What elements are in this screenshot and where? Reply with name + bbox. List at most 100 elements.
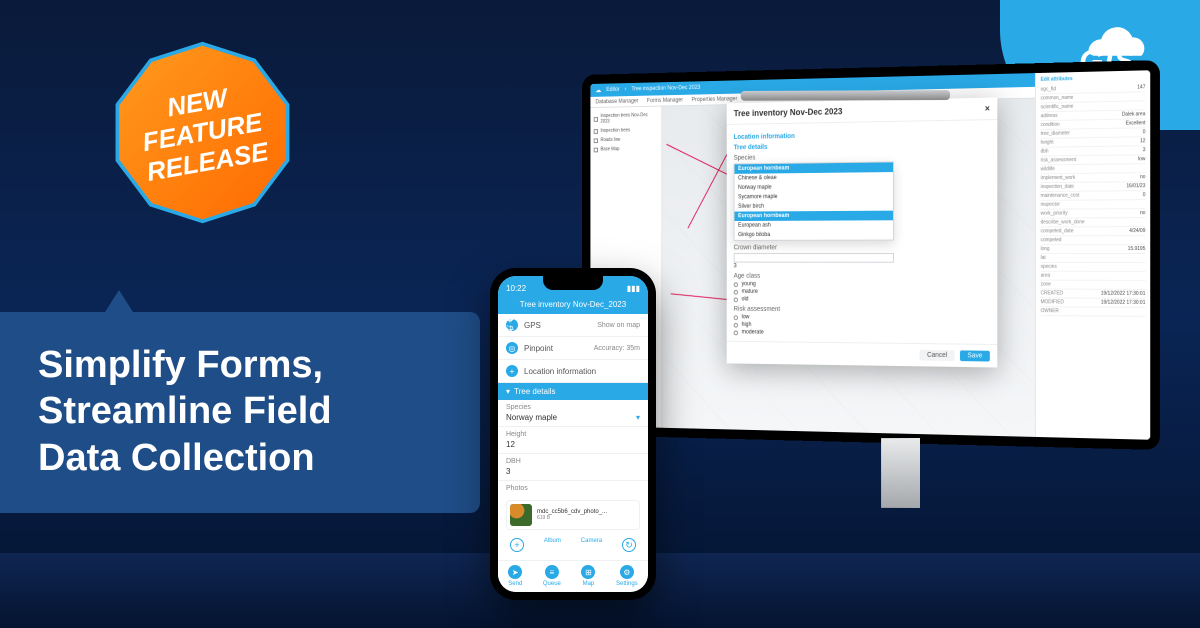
checkbox-icon[interactable]	[594, 117, 598, 122]
species-field[interactable]: Species Norway maple ▾	[498, 400, 648, 427]
phone-notch	[543, 276, 603, 290]
pinpoint-row[interactable]: ◎ Pinpoint Accuracy: 35m	[498, 337, 648, 360]
risk-option[interactable]: low	[742, 314, 750, 320]
checkbox-icon[interactable]	[594, 138, 598, 143]
radio-icon[interactable]	[734, 330, 738, 335]
phone-tabbar: ➤Send ≡Queue ⊞Map ⚙Settings	[498, 560, 648, 592]
phone-mockup: 10:22 ▮▮▮ Tree inventory Nov-Dec_2023 �決…	[490, 268, 656, 600]
risk-label: Risk assessment	[734, 306, 990, 315]
photo-thumbnail	[510, 504, 532, 526]
tab-map[interactable]: ⊞Map	[581, 565, 595, 587]
layer-item[interactable]: Base Map	[600, 146, 619, 152]
photos-field: Photos	[498, 481, 648, 496]
headline-text: Simplify Forms, Streamline Field Data Co…	[0, 312, 480, 513]
attribute-row[interactable]: species	[1041, 263, 1146, 272]
gear-icon: ⚙	[620, 565, 634, 579]
chevron-down-icon: ▾	[506, 387, 510, 396]
tab-send[interactable]: ➤Send	[508, 565, 522, 587]
photo-actions: + Album Camera ↻	[498, 534, 648, 556]
breadcrumb: Tree inspection Nov-Dec 2023	[631, 85, 700, 92]
cancel-button[interactable]: Cancel	[920, 350, 955, 361]
signal-icon: ▮▮▮	[627, 284, 640, 293]
monitor-screen: ☁ Editor › Tree inspection Nov-Dec 2023 …	[590, 70, 1150, 440]
menu-item[interactable]: Properties Manager	[692, 96, 738, 103]
gps-icon: �決	[506, 319, 518, 331]
species-option[interactable]: Ginkgo biloba	[735, 230, 893, 240]
phone-screen: 10:22 ▮▮▮ Tree inventory Nov-Dec_2023 �決…	[498, 276, 648, 592]
risk-option[interactable]: high	[742, 322, 752, 328]
section-details-row[interactable]: ▾ Tree details	[498, 383, 648, 400]
age-option[interactable]: mature	[742, 289, 758, 295]
photo-item[interactable]: mdc_cc5b6_cdv_photo_... 619 B	[506, 500, 640, 530]
headline-panel: Simplify Forms, Streamline Field Data Co…	[0, 290, 480, 513]
add-photo-button[interactable]: +	[510, 538, 524, 552]
radio-icon[interactable]	[734, 297, 738, 302]
crown-value: 3	[734, 263, 990, 269]
plus-icon: +	[510, 538, 524, 552]
section-location-row[interactable]: + Location information	[498, 360, 648, 383]
pinpoint-icon: ◎	[506, 342, 518, 354]
map-icon: ⊞	[581, 565, 595, 579]
gps-row[interactable]: �決 GPS Show on map	[498, 314, 648, 337]
attribute-row[interactable]: lat	[1041, 254, 1146, 263]
height-field[interactable]: Height 12	[498, 427, 648, 454]
attribute-row[interactable]: competed	[1041, 236, 1146, 245]
attribute-row[interactable]: OWNER	[1041, 307, 1146, 317]
attribute-row[interactable]: zone	[1041, 281, 1146, 290]
species-dropdown[interactable]: European hornbeamChinese & oleaeNorway m…	[734, 161, 894, 240]
refresh-button[interactable]: ↻	[622, 538, 636, 552]
checkbox-icon[interactable]	[594, 129, 598, 134]
crown-input[interactable]	[734, 253, 894, 263]
radio-icon[interactable]	[734, 282, 738, 287]
form-modal: Tree inventory Nov-Dec 2023 × Location i…	[727, 97, 998, 367]
modal-title: Tree inventory Nov-Dec 2023	[734, 107, 843, 119]
refresh-icon: ↻	[622, 538, 636, 552]
monitor-bezel: ☁ Editor › Tree inspection Nov-Dec 2023 …	[582, 60, 1160, 450]
attribute-row[interactable]: area	[1041, 272, 1146, 281]
camera-button[interactable]: Camera	[581, 538, 602, 552]
queue-icon: ≡	[545, 565, 559, 579]
age-option[interactable]: young	[742, 281, 756, 287]
species-label: Species	[734, 151, 990, 161]
clock: 10:22	[506, 284, 526, 293]
headline-pointer-icon	[105, 290, 133, 312]
age-label: Age class	[734, 273, 990, 280]
crown-label: Crown diameter	[734, 244, 990, 251]
close-icon[interactable]: ×	[985, 104, 990, 114]
menu-item[interactable]: Database Manager	[595, 98, 638, 105]
show-on-map[interactable]: Show on map	[597, 322, 640, 329]
chevron-down-icon[interactable]: ▾	[636, 413, 640, 422]
dbh-field[interactable]: DBH 3	[498, 454, 648, 481]
feature-badge: NEW FEATURE RELEASE	[110, 40, 295, 225]
attribute-row[interactable]: long15.9195	[1041, 245, 1146, 254]
plus-icon: +	[506, 365, 518, 377]
checkbox-icon[interactable]	[594, 147, 598, 152]
app-name: Editor	[606, 87, 619, 93]
menu-item[interactable]: Forms Manager	[647, 97, 683, 103]
photo-size: 619 B	[537, 515, 636, 521]
send-icon: ➤	[508, 565, 522, 579]
monitor-neck	[881, 438, 920, 508]
album-button[interactable]: Album	[544, 538, 561, 552]
attribute-row[interactable]: competed_date4/24/09	[1041, 227, 1146, 236]
section-location[interactable]: Location information	[734, 130, 990, 141]
radio-icon[interactable]	[734, 315, 738, 320]
tab-queue[interactable]: ≡Queue	[543, 565, 561, 587]
age-option[interactable]: old	[742, 297, 749, 303]
tab-settings[interactable]: ⚙Settings	[616, 565, 638, 587]
attribute-row[interactable]: describe_work_done	[1041, 218, 1146, 227]
cloud-icon: ☁	[595, 87, 601, 95]
save-button[interactable]: Save	[960, 350, 990, 361]
radio-icon[interactable]	[734, 322, 738, 327]
layer-item[interactable]: Inspection trees	[600, 128, 630, 134]
phone-title: Tree inventory Nov-Dec_2023	[498, 298, 648, 314]
section-details[interactable]: Tree details	[734, 141, 990, 152]
species-option[interactable]: European ash	[735, 220, 893, 230]
risk-option[interactable]: moderate	[742, 330, 764, 336]
radio-icon[interactable]	[734, 289, 738, 294]
attribute-panel: Edit attributes ogc_fid147common_namesci…	[1035, 70, 1150, 440]
attribute-tab[interactable]: Edit attributes	[1041, 74, 1146, 82]
accuracy-text: Accuracy: 35m	[594, 345, 640, 352]
layer-item[interactable]: Roads line	[600, 137, 620, 143]
layer-item[interactable]: Inspection trees Nov-Dec 2023	[600, 112, 657, 124]
